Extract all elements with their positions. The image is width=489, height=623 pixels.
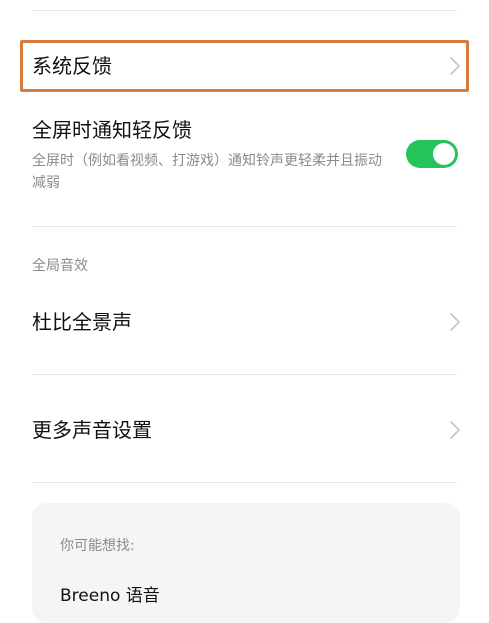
suggestion-item-breeno[interactable]: Breeno 语音 xyxy=(60,586,160,606)
chevron-right-icon xyxy=(445,312,465,332)
divider-3 xyxy=(32,482,457,483)
divider-top xyxy=(32,10,457,11)
divider-1 xyxy=(32,226,457,227)
dolby-atmos-row[interactable]: 杜比全景声 xyxy=(20,298,469,346)
dolby-atmos-label: 杜比全景声 xyxy=(32,310,132,334)
fullscreen-notify-title: 全屏时通知轻反馈 xyxy=(32,118,192,142)
toggle-knob xyxy=(433,143,455,165)
more-sound-settings-row[interactable]: 更多声音设置 xyxy=(20,406,469,454)
suggestions-card: 你可能想找: Breeno 语音 xyxy=(32,503,460,623)
more-sound-settings-label: 更多声音设置 xyxy=(32,418,152,442)
chevron-right-icon xyxy=(445,420,465,440)
fullscreen-notify-description: 全屏时（例如看视频、打游戏）通知铃声更轻柔并且振动减弱 xyxy=(32,153,382,191)
selection-highlight-box xyxy=(20,40,469,92)
suggestions-title: 你可能想找: xyxy=(60,538,135,554)
divider-2 xyxy=(32,374,457,375)
section-header-global-sound: 全局音效 xyxy=(32,258,88,274)
fullscreen-notify-toggle[interactable] xyxy=(406,140,458,168)
